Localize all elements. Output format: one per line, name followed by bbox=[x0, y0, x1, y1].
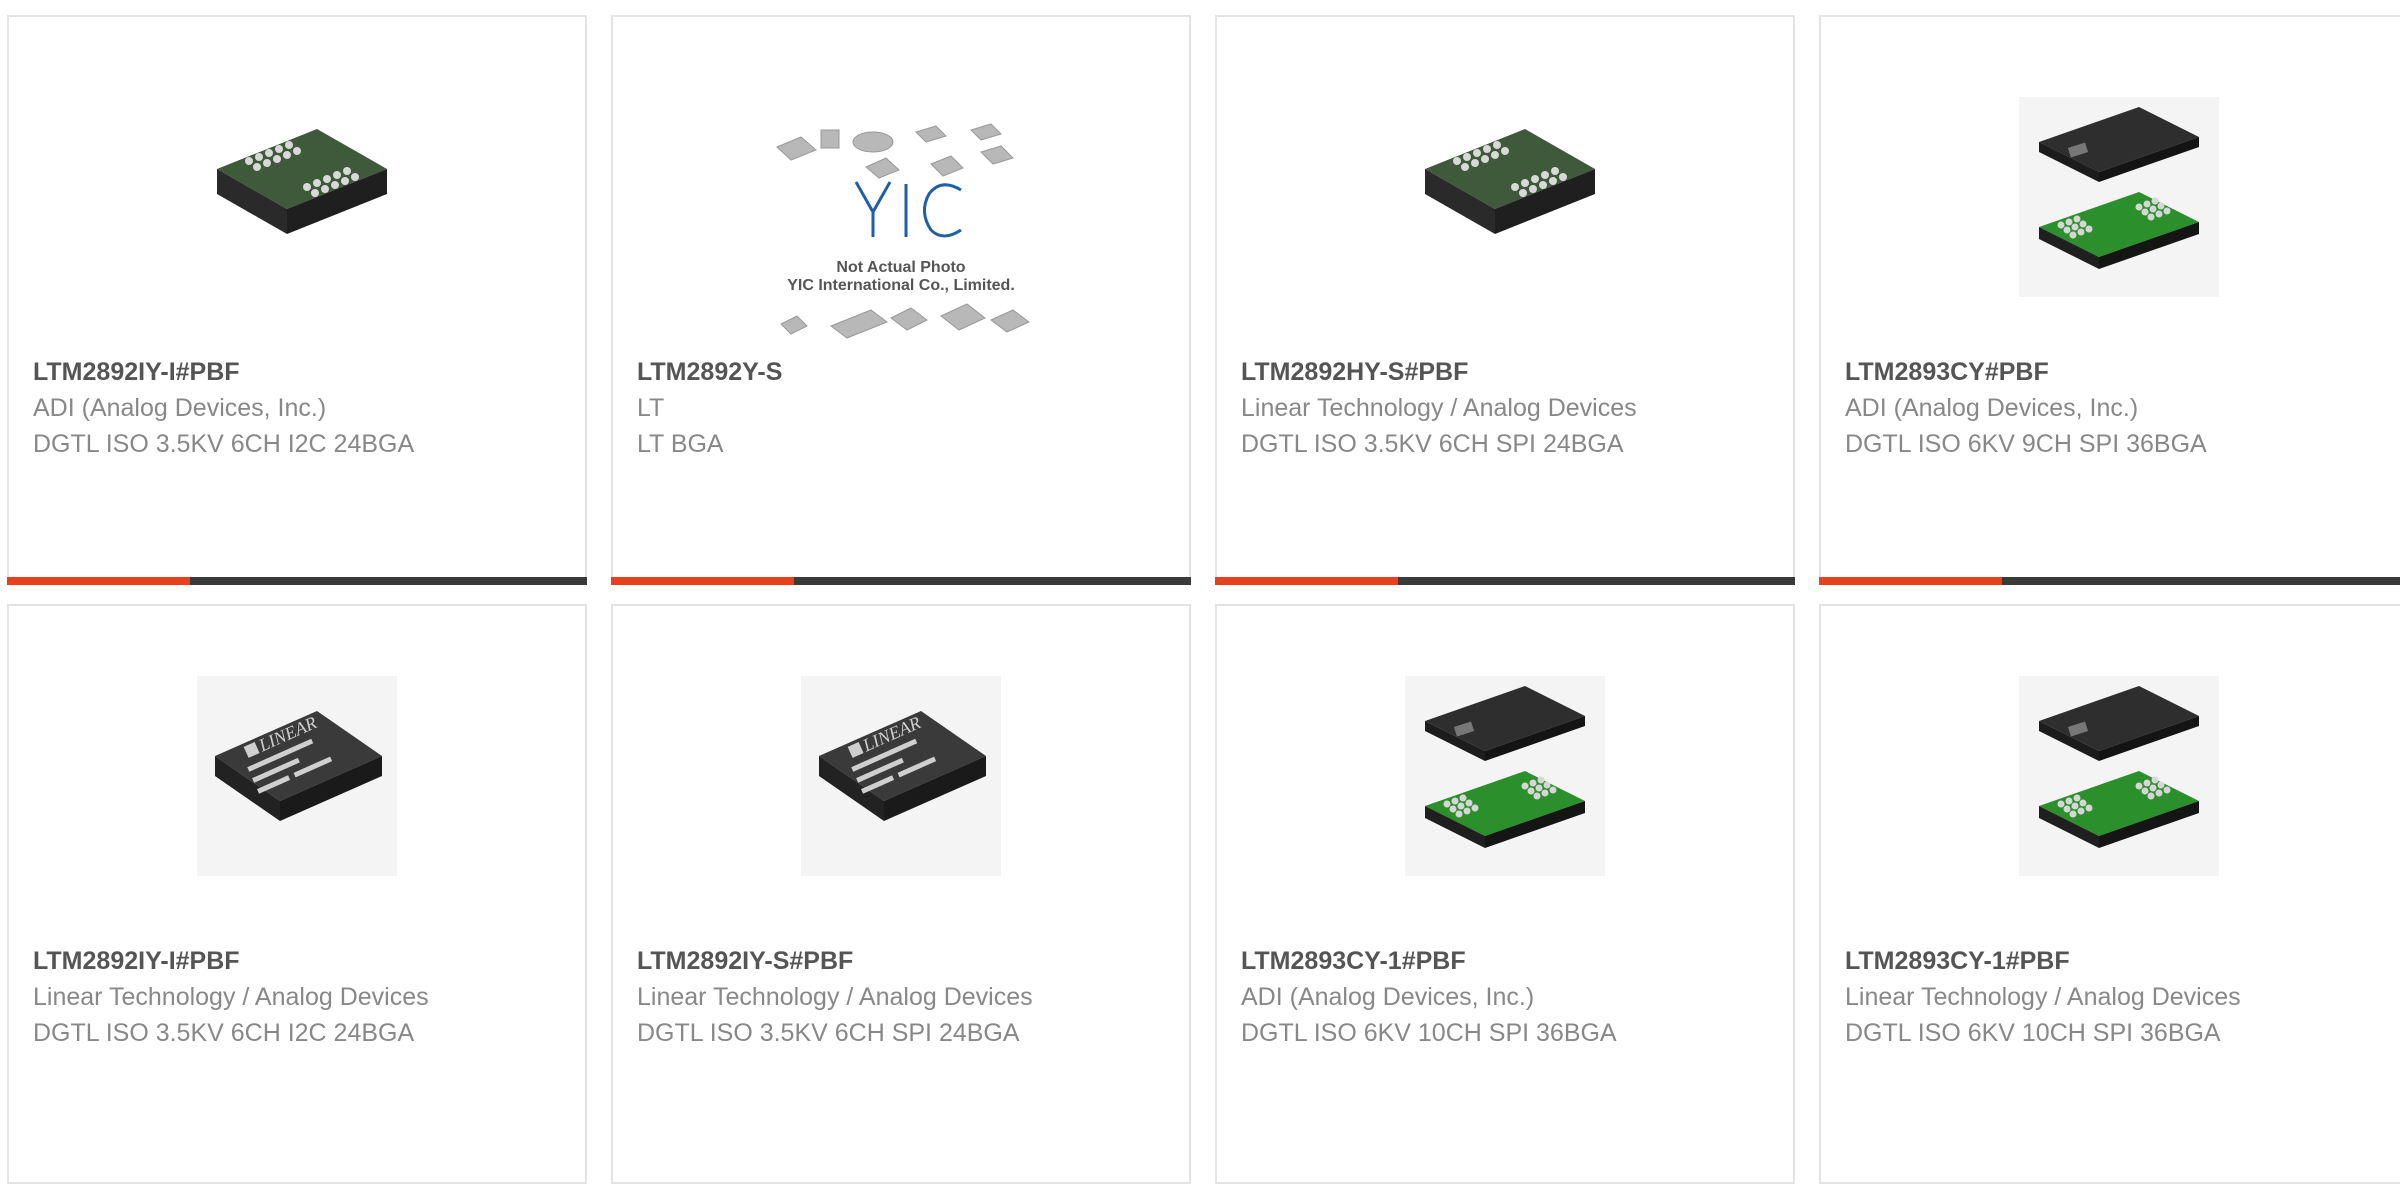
linear-chip-top-icon: LINEAR bbox=[197, 676, 397, 876]
product-image[interactable] bbox=[2019, 676, 2219, 876]
description: DGTL ISO 6KV 10CH SPI 36BGA bbox=[1845, 1019, 2221, 1047]
product-card[interactable]: LTM2892HY-S#PBF Linear Technology / Anal… bbox=[1215, 15, 1795, 585]
bar-highlight bbox=[7, 577, 190, 585]
bar-highlight bbox=[611, 577, 794, 585]
bar-rest bbox=[1398, 577, 1795, 585]
not-actual-photo-icon: Not Actual Photo YIC International Co., … bbox=[776, 123, 1030, 339]
bar-highlight bbox=[1819, 577, 2002, 585]
placeholder-line2: YIC International Co., Limited. bbox=[787, 277, 1015, 294]
card-bottom-bar bbox=[1819, 577, 2400, 585]
product-card[interactable]: LINEAR LTM2892IY-I#PBF Linear Technology… bbox=[7, 604, 587, 1184]
bar-rest bbox=[190, 577, 587, 585]
product-image[interactable]: Not Actual Photo YIC International Co., … bbox=[751, 107, 1051, 367]
bar-highlight bbox=[1215, 577, 1398, 585]
product-image[interactable] bbox=[1405, 676, 1605, 876]
part-number[interactable]: LTM2892Y-S bbox=[637, 354, 1165, 390]
bga-chip-bottom-icon bbox=[1425, 129, 1595, 234]
product-image[interactable] bbox=[2009, 89, 2229, 304]
description: DGTL ISO 3.5KV 6CH I2C 24BGA bbox=[33, 430, 415, 458]
manufacturer: Linear Technology / Analog Devices bbox=[1845, 983, 2241, 1011]
product-image[interactable] bbox=[187, 89, 407, 289]
bga-module-exploded-icon bbox=[2019, 96, 2219, 297]
card-bottom-bar bbox=[1215, 577, 1795, 585]
manufacturer: LT bbox=[637, 394, 665, 422]
bga-chip-bottom-icon bbox=[217, 129, 387, 234]
bar-rest bbox=[794, 577, 1191, 585]
product-card[interactable]: Not Actual Photo YIC International Co., … bbox=[611, 15, 1191, 585]
description: LT BGA bbox=[637, 430, 724, 458]
description: DGTL ISO 6KV 10CH SPI 36BGA bbox=[1241, 1019, 1617, 1047]
part-number[interactable]: LTM2893CY#PBF bbox=[1845, 354, 2393, 390]
manufacturer: Linear Technology / Analog Devices bbox=[637, 983, 1033, 1011]
product-card[interactable]: LINEAR LTM2892IY-S#PBF Linear Technology… bbox=[611, 604, 1191, 1184]
placeholder-line1: Not Actual Photo bbox=[836, 259, 965, 276]
description: DGTL ISO 6KV 9CH SPI 36BGA bbox=[1845, 430, 2207, 458]
product-card[interactable]: LTM2893CY#PBF ADI (Analog Devices, Inc.)… bbox=[1819, 15, 2400, 585]
product-card[interactable]: LTM2893CY-1#PBF Linear Technology / Anal… bbox=[1819, 604, 2400, 1184]
bga-module-exploded-icon bbox=[1405, 676, 1605, 876]
manufacturer: Linear Technology / Analog Devices bbox=[1241, 394, 1637, 422]
card-bottom-bar bbox=[7, 577, 587, 585]
bar-rest bbox=[2002, 577, 2400, 585]
bga-module-exploded-icon bbox=[2019, 676, 2219, 876]
part-number[interactable]: LTM2892HY-S#PBF bbox=[1241, 354, 1769, 390]
manufacturer: ADI (Analog Devices, Inc.) bbox=[33, 394, 327, 422]
description: DGTL ISO 3.5KV 6CH SPI 24BGA bbox=[637, 1019, 1020, 1047]
part-number[interactable]: LTM2892IY-I#PBF bbox=[33, 943, 561, 979]
product-card[interactable]: LTM2893CY-1#PBF ADI (Analog Devices, Inc… bbox=[1215, 604, 1795, 1184]
part-number[interactable]: LTM2892IY-S#PBF bbox=[637, 943, 1165, 979]
product-image[interactable]: LINEAR bbox=[197, 676, 397, 876]
description: DGTL ISO 3.5KV 6CH I2C 24BGA bbox=[33, 1019, 415, 1047]
part-number[interactable]: LTM2893CY-1#PBF bbox=[1845, 943, 2393, 979]
description: DGTL ISO 3.5KV 6CH SPI 24BGA bbox=[1241, 430, 1624, 458]
product-image[interactable]: LINEAR bbox=[801, 676, 1001, 876]
part-number[interactable]: LTM2892IY-I#PBF bbox=[33, 354, 561, 390]
manufacturer: ADI (Analog Devices, Inc.) bbox=[1241, 983, 1535, 1011]
manufacturer: ADI (Analog Devices, Inc.) bbox=[1845, 394, 2139, 422]
card-bottom-bar bbox=[611, 577, 1191, 585]
product-image[interactable] bbox=[1395, 89, 1615, 289]
linear-chip-top-icon: LINEAR bbox=[801, 676, 1001, 876]
product-card[interactable]: LTM2892IY-I#PBF ADI (Analog Devices, Inc… bbox=[7, 15, 587, 585]
part-number[interactable]: LTM2893CY-1#PBF bbox=[1241, 943, 1769, 979]
manufacturer: Linear Technology / Analog Devices bbox=[33, 983, 429, 1011]
